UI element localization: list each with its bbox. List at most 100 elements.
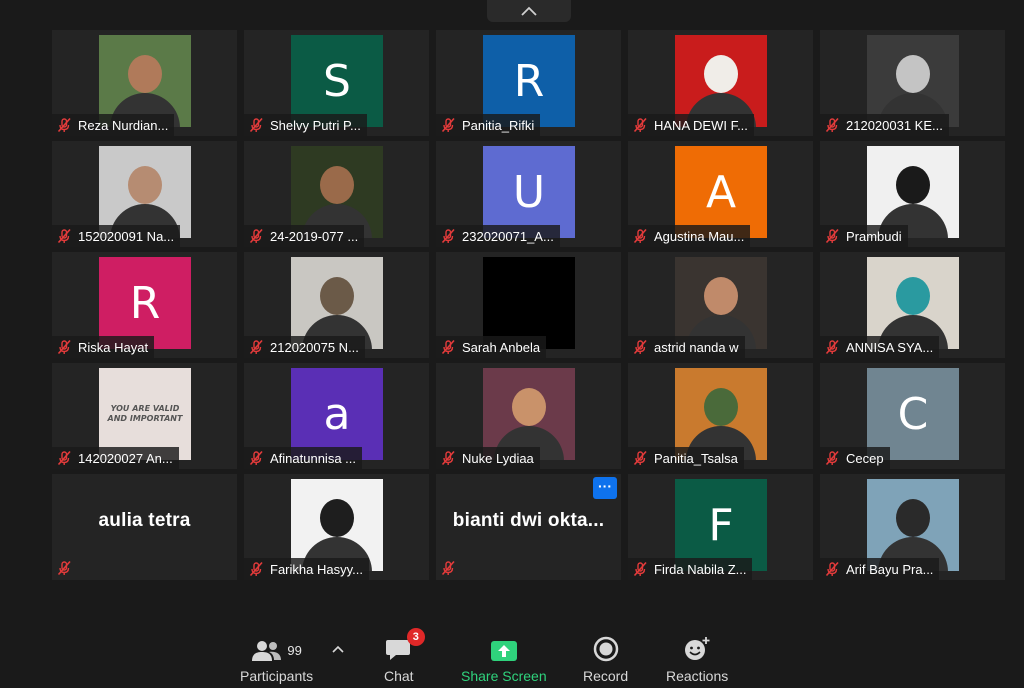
mic-muted-icon <box>56 117 72 133</box>
mic-muted-icon <box>440 560 456 576</box>
mic-muted-icon <box>632 228 648 244</box>
participant-tile[interactable]: bianti dwi okta... ··· <box>436 474 621 580</box>
participant-tile[interactable]: a Afinatunnisa ... <box>244 363 429 469</box>
participants-icon <box>252 641 282 661</box>
participant-name-tag: 212020031 KE... <box>820 114 949 136</box>
mic-muted-icon <box>632 339 648 355</box>
participant-tile[interactable]: Panitia_Tsalsa <box>628 363 813 469</box>
chat-label: Chat <box>384 668 414 684</box>
participant-name-tag: Firda Nabila Z... <box>628 558 753 580</box>
participant-tile[interactable]: aulia tetra <box>52 474 237 580</box>
share-screen-button[interactable]: Share Screen <box>461 626 547 684</box>
reactions-button[interactable]: Reactions <box>666 626 728 684</box>
participants-options-chevron[interactable] <box>332 640 344 658</box>
mic-muted-icon <box>440 450 456 466</box>
participant-name: Panitia_Tsalsa <box>654 450 738 466</box>
participant-name: 212020031 KE... <box>846 117 943 133</box>
participant-name-tag: HANA DEWI F... <box>628 114 754 136</box>
participant-tile[interactable]: ANNISA SYA... <box>820 252 1005 358</box>
participant-name-tag: Panitia_Rifki <box>436 114 541 136</box>
mic-muted-icon <box>824 561 840 577</box>
participant-tile[interactable]: Prambudi <box>820 141 1005 247</box>
mic-muted-icon <box>824 117 840 133</box>
participant-name-tag: Shelvy Putri P... <box>244 114 367 136</box>
participant-name: 142020027 An... <box>78 450 173 466</box>
participant-tile[interactable]: YOU ARE VALID AND IMPORTANT 142020027 An.… <box>52 363 237 469</box>
participant-tile[interactable]: 24-2019-077 ... <box>244 141 429 247</box>
participants-button[interactable]: 99 Participants <box>240 626 313 684</box>
participant-name-tag: Agustina Mau... <box>628 225 751 247</box>
participant-name: 24-2019-077 ... <box>270 228 359 244</box>
participant-name: Cecep <box>846 450 884 466</box>
participant-name-tag: Reza Nurdian... <box>52 114 175 136</box>
chevron-up-icon <box>521 6 537 16</box>
chat-unread-badge: 3 <box>406 628 425 646</box>
participant-name-tag: 232020071_A... <box>436 225 560 247</box>
reactions-icon <box>685 637 710 660</box>
participant-tile[interactable]: S Shelvy Putri P... <box>244 30 429 136</box>
photo-figure-head <box>320 277 354 315</box>
participant-name: astrid nanda w <box>654 339 739 355</box>
participant-name-tag: Arif Bayu Pra... <box>820 558 940 580</box>
participant-tile[interactable]: Arif Bayu Pra... <box>820 474 1005 580</box>
participant-name: ANNISA SYA... <box>846 339 934 355</box>
participant-tile[interactable]: R Riska Hayat <box>52 252 237 358</box>
participant-name: Nuke Lydiaa <box>462 450 534 466</box>
mic-muted-icon <box>248 450 264 466</box>
photo-figure-head <box>896 55 930 93</box>
photo-figure-head <box>704 55 738 93</box>
participant-tile[interactable]: Farikha Hasyy... <box>244 474 429 580</box>
share-screen-icon <box>490 641 517 661</box>
participant-tile[interactable]: HANA DEWI F... <box>628 30 813 136</box>
participant-name-tag: Panitia_Tsalsa <box>628 447 744 469</box>
participant-tile[interactable]: 212020075 N... <box>244 252 429 358</box>
mic-muted-icon <box>248 339 264 355</box>
participant-tile[interactable]: Nuke Lydiaa <box>436 363 621 469</box>
mic-muted-icon <box>824 450 840 466</box>
mic-muted-icon <box>440 117 456 133</box>
collapse-toolbar-button[interactable] <box>487 0 571 22</box>
mic-muted-icon <box>824 228 840 244</box>
photo-figure-head <box>704 277 738 315</box>
participant-tile[interactable]: A Agustina Mau... <box>628 141 813 247</box>
participant-name: Farikha Hasyy... <box>270 561 363 577</box>
participant-name-tag: 142020027 An... <box>52 447 179 469</box>
participant-name-tag: astrid nanda w <box>628 336 745 358</box>
participants-count: 99 <box>287 643 302 658</box>
participant-name-tag: Afinatunnisa ... <box>244 447 362 469</box>
photo-figure-head <box>320 499 354 537</box>
participant-tile[interactable]: Reza Nurdian... <box>52 30 237 136</box>
reactions-label: Reactions <box>666 668 729 684</box>
participant-name-tag: Sarah Anbela <box>436 336 547 358</box>
mic-muted-icon <box>632 561 648 577</box>
photo-figure-head <box>128 166 162 204</box>
mic-muted-icon <box>440 339 456 355</box>
photo-figure-head <box>896 166 930 204</box>
participant-name: 212020075 N... <box>270 339 359 355</box>
photo-figure-head <box>896 277 930 315</box>
participant-tile[interactable]: R Panitia_Rifki <box>436 30 621 136</box>
participant-tile[interactable]: astrid nanda w <box>628 252 813 358</box>
participant-name: HANA DEWI F... <box>654 117 748 133</box>
photo-figure-head <box>128 55 162 93</box>
participant-name: 232020071_A... <box>462 228 554 244</box>
mic-muted-icon <box>56 339 72 355</box>
participant-name-tag: Farikha Hasyy... <box>244 558 369 580</box>
participant-name: Prambudi <box>846 228 902 244</box>
participant-tile[interactable]: F Firda Nabila Z... <box>628 474 813 580</box>
participant-tile[interactable]: C Cecep <box>820 363 1005 469</box>
share-screen-label: Share Screen <box>461 668 547 684</box>
mic-muted-icon <box>248 228 264 244</box>
participant-tile[interactable]: 152020091 Na... <box>52 141 237 247</box>
chat-button[interactable]: 3 Chat <box>384 626 425 684</box>
participant-tile[interactable]: Sarah Anbela <box>436 252 621 358</box>
participant-name: Panitia_Rifki <box>462 117 535 133</box>
record-button[interactable]: Record <box>583 626 628 684</box>
gallery-grid: Reza Nurdian... S Shelvy Putri P... R Paniti… <box>52 30 1005 580</box>
photo-figure-head <box>320 166 354 204</box>
mic-muted-icon <box>56 450 72 466</box>
participant-tile[interactable]: 212020031 KE... <box>820 30 1005 136</box>
participant-tile[interactable]: U 232020071_A... <box>436 141 621 247</box>
participants-label: Participants <box>240 668 314 684</box>
more-options-button[interactable]: ··· <box>593 477 617 499</box>
